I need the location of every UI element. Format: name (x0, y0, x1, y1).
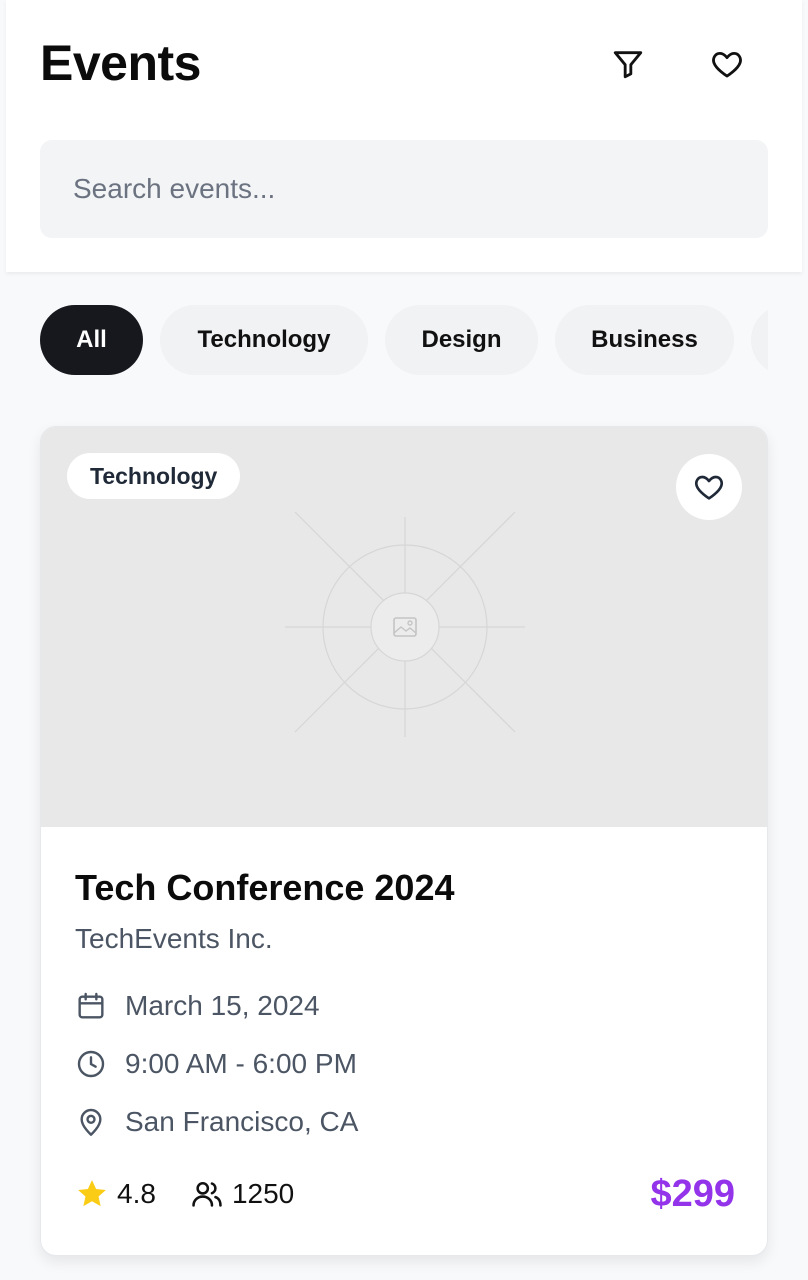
event-time: 9:00 AM - 6:00 PM (125, 1048, 357, 1079)
attendees-count: 1250 (231, 1178, 295, 1209)
event-price: $299 (650, 1172, 735, 1215)
heart-icon (695, 475, 723, 500)
rating-value: 4.8 (117, 1178, 156, 1209)
event-time-row: 9:00 AM - 6:00 PM (75, 1035, 735, 1093)
heart-icon (712, 51, 742, 78)
image-placeholder-icon (285, 512, 525, 737)
search-input[interactable] (40, 140, 768, 238)
header: Events (6, 0, 802, 272)
event-details: Tech Conference 2024 TechEvents Inc. Mar… (75, 867, 735, 1151)
category-chip-business[interactable]: Business (555, 305, 734, 375)
event-attendees: 1250 (190, 1177, 294, 1211)
clock-icon (77, 1050, 105, 1078)
star-icon (78, 1180, 106, 1207)
event-organizer: TechEvents Inc. (75, 923, 273, 954)
users-icon (192, 1181, 222, 1207)
event-title: Tech Conference 2024 (75, 867, 455, 908)
filter-icon (613, 51, 643, 79)
category-chip-all[interactable]: All (40, 305, 143, 375)
event-rating: 4.8 (75, 1177, 156, 1211)
card-favorite-button[interactable] (676, 454, 742, 520)
map-pin-icon (80, 1108, 102, 1136)
category-badge: Technology (67, 453, 241, 499)
event-date: March 15, 2024 (125, 990, 320, 1021)
event-meta: March 15, 2024 9:00 AM - 6:00 PM San Fra… (75, 977, 735, 1151)
page-title: Events (40, 35, 201, 91)
event-image: Technology (41, 427, 767, 827)
favorites-button[interactable] (699, 36, 755, 92)
event-card[interactable]: Technology Tech Conference 2024 TechEven… (40, 426, 768, 1256)
event-location: San Francisco, CA (125, 1106, 359, 1137)
calendar-icon (78, 992, 104, 1019)
category-filter-bar: All Technology Design Business (40, 305, 768, 377)
event-location-row: San Francisco, CA (75, 1093, 735, 1151)
category-chip-more[interactable] (751, 305, 768, 375)
events-screen: Events All Technology Design Business (0, 0, 808, 1280)
filter-button[interactable] (600, 36, 656, 92)
event-date-row: March 15, 2024 (75, 977, 735, 1035)
category-chip-technology[interactable]: Technology (160, 305, 368, 375)
category-chip-design[interactable]: Design (385, 305, 538, 375)
event-footer: 4.8 1250 $299 (75, 1169, 735, 1219)
